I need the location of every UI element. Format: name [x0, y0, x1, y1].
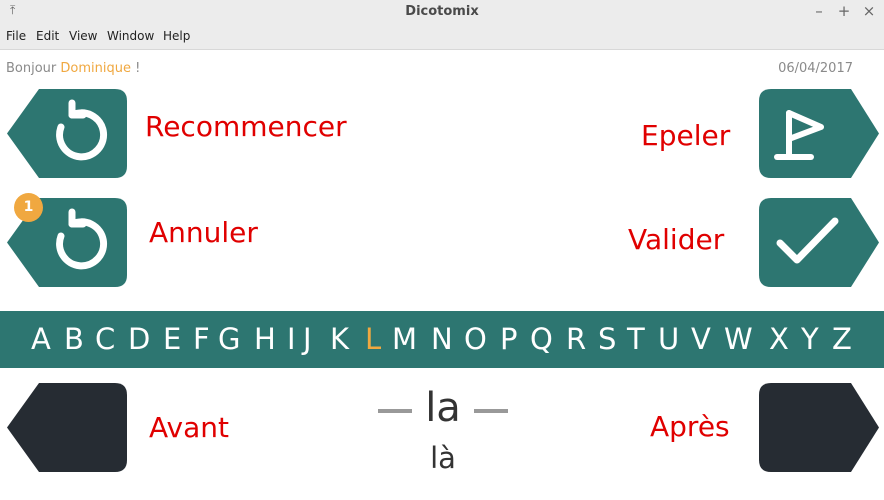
recommencer-button[interactable]: [7, 89, 127, 178]
current-word: la: [425, 385, 461, 431]
title-bar: ⤒ Dicotomix – + ×: [0, 0, 884, 25]
letter-w[interactable]: W: [724, 322, 753, 356]
alphabet-bar: A B C D E F G H I J K L M N O P Q R S T …: [0, 311, 884, 368]
letter-x[interactable]: X: [769, 322, 789, 356]
letter-a[interactable]: A: [31, 322, 51, 356]
letter-o[interactable]: O: [464, 322, 487, 356]
menu-window[interactable]: Window: [107, 29, 154, 43]
letter-j[interactable]: J: [303, 322, 312, 356]
letter-b[interactable]: B: [64, 322, 84, 356]
greeting-suffix: !: [135, 61, 141, 76]
apres-label: Après: [650, 410, 730, 443]
greeting: Bonjour Dominique !: [6, 61, 140, 76]
menu-edit[interactable]: Edit: [36, 29, 59, 43]
valider-button[interactable]: [759, 198, 879, 287]
letter-p[interactable]: P: [500, 322, 518, 356]
valider-label: Valider: [628, 223, 725, 256]
menu-bar: File Edit View Window Help: [0, 25, 884, 50]
menu-help[interactable]: Help: [163, 29, 190, 43]
avant-button[interactable]: [7, 383, 127, 472]
date: 06/04/2017: [778, 61, 853, 76]
word-dash-right: [474, 409, 508, 413]
menu-view[interactable]: View: [69, 29, 97, 43]
letter-m[interactable]: M: [392, 322, 417, 356]
letter-v[interactable]: V: [691, 322, 711, 356]
maximize-icon[interactable]: +: [835, 2, 853, 20]
epeler-button[interactable]: [759, 89, 879, 178]
letter-z[interactable]: Z: [832, 322, 852, 356]
letter-d[interactable]: D: [128, 322, 150, 356]
letter-i[interactable]: I: [287, 322, 296, 356]
alternate-word: là: [430, 441, 456, 475]
close-icon[interactable]: ×: [860, 2, 878, 20]
annuler-label: Annuler: [149, 216, 258, 249]
letter-g[interactable]: G: [218, 322, 240, 356]
letter-r[interactable]: R: [566, 322, 586, 356]
window-title: Dicotomix: [405, 4, 479, 19]
letter-k[interactable]: K: [330, 322, 349, 356]
menu-file[interactable]: File: [6, 29, 26, 43]
minimize-icon[interactable]: –: [810, 2, 828, 20]
avant-label: Avant: [149, 411, 229, 444]
letter-e[interactable]: E: [163, 322, 181, 356]
letter-u[interactable]: U: [658, 322, 679, 356]
letter-s[interactable]: S: [598, 322, 616, 356]
user-name: Dominique: [60, 61, 131, 76]
letter-l[interactable]: L: [365, 322, 381, 356]
undo-count-badge: 1: [14, 193, 43, 222]
letter-y[interactable]: Y: [801, 322, 819, 356]
letter-f[interactable]: F: [193, 322, 210, 356]
epeler-label: Epeler: [641, 119, 731, 152]
apres-button[interactable]: [759, 383, 879, 472]
letter-h[interactable]: H: [254, 322, 276, 356]
letter-q[interactable]: Q: [530, 322, 553, 356]
recommencer-label: Recommencer: [145, 110, 347, 143]
greeting-prefix: Bonjour: [6, 61, 57, 76]
letter-c[interactable]: C: [95, 322, 115, 356]
letter-t[interactable]: T: [627, 322, 645, 356]
letter-n[interactable]: N: [431, 322, 453, 356]
